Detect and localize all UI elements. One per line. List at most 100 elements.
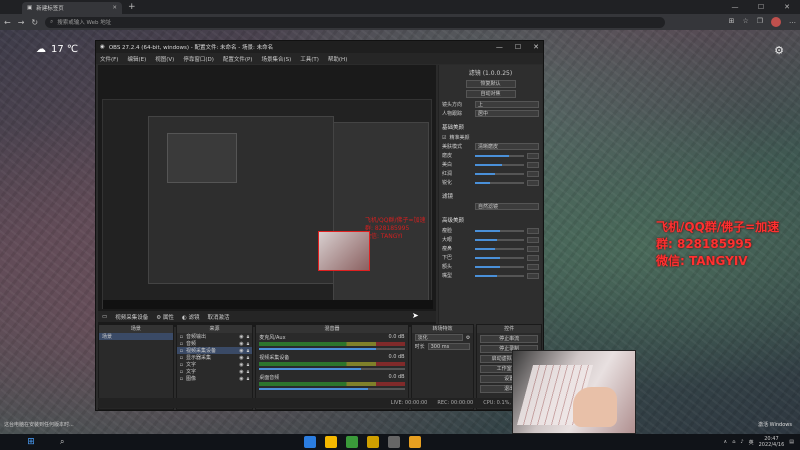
eye-icon[interactable]: ◉ (239, 355, 243, 361)
source-item[interactable]: ▫ 文字 ◉ 🔒︎ (177, 361, 253, 369)
menu-help[interactable]: 帮助(H) (328, 55, 347, 63)
lock-icon[interactable]: 🔒︎ (247, 341, 250, 347)
scene-item[interactable]: 场景 (99, 333, 173, 340)
taskbar-app-icon[interactable] (346, 436, 359, 448)
properties-button[interactable]: ⚙ 属性 (156, 313, 174, 321)
eye-icon[interactable]: ◉ (239, 341, 243, 347)
taskbar-app-icon[interactable] (325, 436, 338, 448)
control-button[interactable]: 停止串流 (480, 335, 538, 343)
menu-scene-collection[interactable]: 场景集合(S) (261, 55, 291, 63)
slider-value[interactable] (527, 236, 539, 243)
slider[interactable] (475, 274, 524, 277)
forward-icon[interactable]: → (18, 18, 25, 27)
slider[interactable] (475, 181, 524, 184)
lock-icon[interactable]: 🔒︎ (247, 376, 250, 382)
auto-focus-button[interactable]: 自动对焦 (465, 90, 516, 98)
lock-icon[interactable]: 🔒︎ (247, 348, 250, 354)
slider-value[interactable] (527, 179, 539, 186)
eye-icon[interactable]: ◉ (239, 362, 243, 368)
gear-icon[interactable]: ⚙ (466, 335, 470, 341)
new-tab-button[interactable]: + (128, 2, 136, 12)
maximize-icon[interactable]: ☐ (748, 0, 774, 14)
slider-value[interactable] (527, 272, 539, 279)
minimize-icon[interactable]: — (722, 0, 748, 14)
collections-icon[interactable]: ❐ (757, 17, 763, 27)
slider[interactable] (475, 163, 524, 166)
source-item[interactable]: ▫ 显示器采集 ◉ 🔒︎ (177, 354, 253, 362)
filter-select[interactable]: 自然滤镜 (475, 203, 539, 210)
menu-edit[interactable]: 编辑(E) (127, 55, 146, 63)
weather-widget[interactable]: ☁ 17 ℃ (36, 44, 78, 55)
volume-slider[interactable] (259, 368, 405, 370)
slider-value[interactable] (527, 152, 539, 159)
close-icon[interactable]: ✕ (112, 5, 117, 11)
checkbox-icon[interactable]: ☑ (442, 135, 446, 141)
slider-value[interactable] (527, 263, 539, 270)
address-input[interactable]: ⌕ 搜索或输入 Web 地址 (45, 16, 666, 28)
slider[interactable] (475, 154, 524, 157)
slider[interactable] (475, 229, 524, 232)
close-window-icon[interactable]: ✕ (774, 0, 800, 14)
menu-view[interactable]: 视图(V) (155, 55, 174, 63)
deactivate-button[interactable]: 取消激活 (208, 313, 230, 321)
nested-webcam-selected[interactable] (318, 231, 370, 271)
lock-icon[interactable]: 🔒︎ (247, 334, 250, 340)
slider-value[interactable] (527, 170, 539, 177)
eye-icon[interactable]: ◉ (239, 334, 243, 340)
refresh-icon[interactable]: ↻ (31, 18, 38, 27)
taskbar-app-icon[interactable] (388, 436, 401, 448)
menu-tools[interactable]: 工具(T) (300, 55, 319, 63)
slider[interactable] (475, 247, 524, 250)
slider-value[interactable] (527, 227, 539, 234)
source-item[interactable]: ▫ 图像 ◉ 🔒︎ (177, 375, 253, 383)
back-icon[interactable]: ← (4, 18, 11, 27)
camera-direction-select[interactable]: 上 (475, 101, 539, 108)
volume-icon[interactable]: ♪ (740, 439, 743, 445)
browser-tab[interactable]: ▣ 新建标签页 ✕ (22, 2, 122, 14)
windows-start-icon[interactable]: ⊞ (22, 437, 40, 447)
source-item[interactable]: ▫ 视频采集设备 ◉ 🔒︎ (176, 347, 253, 354)
extension-icon[interactable]: ⊞ (729, 17, 735, 27)
source-item[interactable]: ▫ 音频输出 ◉ 🔒︎ (177, 333, 253, 341)
slider[interactable] (475, 238, 524, 241)
slider-value[interactable] (527, 245, 539, 252)
duration-input[interactable]: 300 ms (427, 343, 471, 350)
lock-icon[interactable]: 🔒︎ (247, 355, 250, 361)
source-item[interactable]: ▫ 文字 ◉ 🔒︎ (177, 368, 253, 376)
slider[interactable] (475, 172, 524, 175)
notification-icon[interactable]: ▤ (789, 439, 794, 445)
taskbar-app-icon[interactable] (304, 436, 317, 448)
menu-docks[interactable]: 停靠窗口(D) (183, 55, 214, 63)
eye-icon[interactable]: ◉ (239, 369, 243, 375)
more-icon[interactable]: … (789, 17, 796, 27)
menu-file[interactable]: 文件(F) (100, 55, 118, 63)
volume-slider[interactable] (259, 388, 405, 390)
lock-icon[interactable]: 🔒︎ (247, 362, 250, 368)
input-language[interactable]: 英 (749, 439, 754, 446)
source-item[interactable]: ▫ 音频 ◉ 🔒︎ (177, 340, 253, 348)
lock-icon[interactable]: 🔒︎ (247, 369, 250, 375)
taskbar-app-icon[interactable] (367, 436, 380, 448)
beauty-mode-select[interactable]: 清晰磨皮 (475, 143, 539, 150)
taskbar-app-icon[interactable] (409, 436, 422, 448)
maximize-icon[interactable]: ☐ (515, 43, 521, 51)
gear-icon[interactable]: ⚙ (774, 44, 784, 57)
avatar[interactable] (771, 17, 781, 27)
clock[interactable]: 20:47 2022/4/16 (759, 436, 785, 448)
transition-select[interactable]: 淡化 (414, 334, 463, 341)
filters-button[interactable]: ◐ 滤镜 (182, 313, 200, 321)
obs-preview[interactable]: 飞机/QQ群/佛子=加速 群: 828185995 微信: TANGYI (98, 65, 436, 327)
chevron-up-icon[interactable]: ∧ (724, 439, 728, 445)
eye-icon[interactable]: ◉ (239, 348, 243, 354)
slider-value[interactable] (527, 254, 539, 261)
slider[interactable] (475, 256, 524, 259)
slider[interactable] (475, 265, 524, 268)
network-icon[interactable]: ⌂ (732, 439, 735, 445)
search-icon[interactable]: ⌕ (60, 437, 64, 447)
close-icon[interactable]: ✕ (533, 43, 539, 51)
slider-value[interactable] (527, 161, 539, 168)
favorites-icon[interactable]: ☆ (742, 17, 748, 27)
menu-profile[interactable]: 配置文件(P) (223, 55, 253, 63)
eye-icon[interactable]: ◉ (239, 376, 243, 382)
reset-default-button[interactable]: 恢复默认 (465, 80, 516, 88)
